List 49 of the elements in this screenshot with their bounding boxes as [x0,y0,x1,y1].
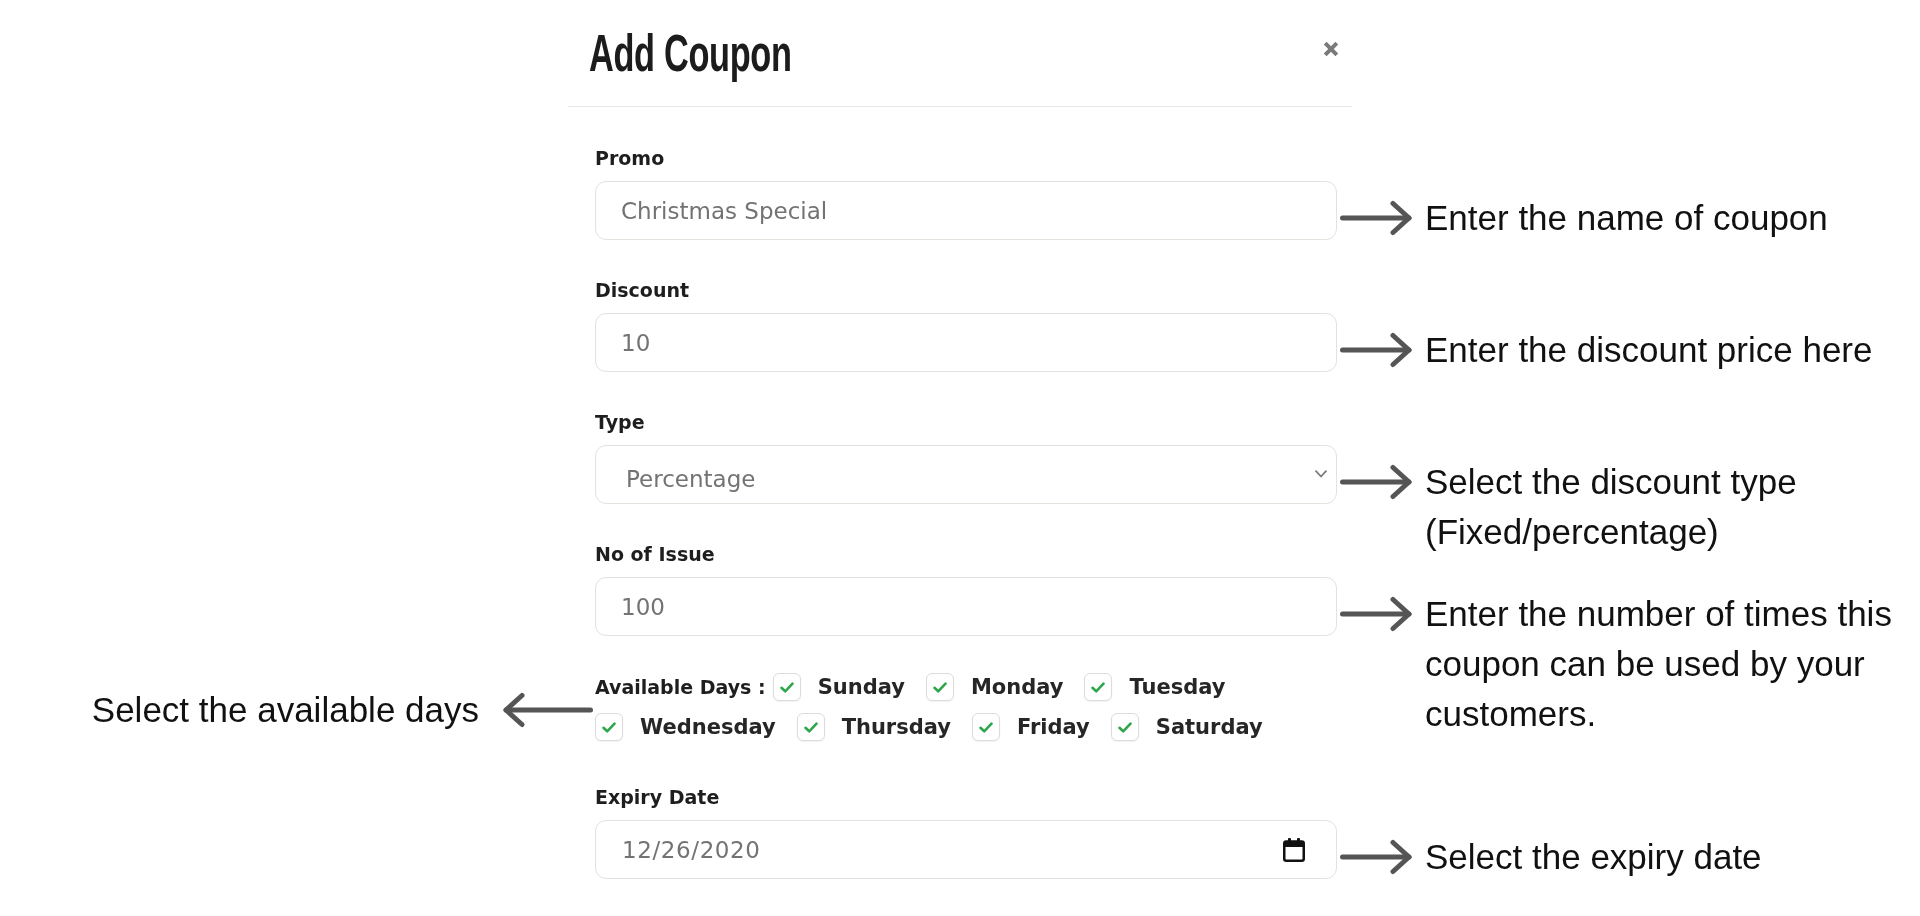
checkmark-icon [602,721,616,733]
field-label: No of Issue [595,542,715,567]
checkmark-icon [1117,721,1132,733]
field-label: Discount [595,278,690,303]
select-field[interactable]: Percentage [595,445,1337,504]
checkbox[interactable] [1084,673,1113,701]
checkmark-icon [803,721,818,733]
text-input[interactable]: Christmas Special [595,181,1337,240]
arrow-icon [1340,200,1412,236]
annotation-text: Select the expiry date [1425,836,1763,878]
day-label: Sunday [817,674,905,701]
day-label: Saturday [1155,714,1263,741]
arrow-icon [1340,839,1412,875]
close-button[interactable] [1322,40,1340,58]
arrow-icon [503,692,593,728]
annotation-text: Enter the discount price here [1425,329,1874,371]
day-label: Friday [1016,714,1090,741]
arrow-icon [1340,332,1412,368]
text-input[interactable]: 10 [595,313,1337,372]
annotation-text: Enter the number of times this coupon can be used by your customers. [1425,593,1893,735]
checkbox[interactable] [925,673,954,701]
checkbox[interactable] [595,713,623,741]
date-input[interactable]: 12/26/2020 [595,820,1337,879]
chevron-down-icon [1315,469,1327,478]
annotation-text: Select the available days [91,689,479,731]
day-label: Tuesday [1129,674,1226,701]
field-label: Expiry Date [595,785,720,810]
annotation-text: Enter the name of coupon [1425,197,1829,239]
checkbox[interactable] [772,673,801,701]
field-label: Type [595,410,645,435]
annotation-text: Select the discount type (Fixed/percentage) [1425,461,1798,553]
day-label: Monday [970,674,1064,701]
checkmark-icon [978,721,993,733]
text-input[interactable]: 100 [595,577,1337,636]
close-icon [1323,41,1339,57]
days-label: Available Days : [595,675,766,700]
checkmark-icon [779,681,794,693]
checkbox[interactable] [1110,713,1139,741]
checkmark-icon [932,681,947,693]
day-label: Wednesday [640,714,776,741]
day-label: Thursday [841,714,951,741]
arrow-icon [1340,464,1412,500]
calendar-icon [1283,837,1305,862]
arrow-icon [1340,596,1412,632]
checkbox[interactable] [796,713,825,741]
field-label: Promo [595,146,665,171]
checkmark-icon [1091,681,1106,693]
dialog-title: Add Coupon [589,24,792,82]
checkbox[interactable] [971,713,1000,741]
